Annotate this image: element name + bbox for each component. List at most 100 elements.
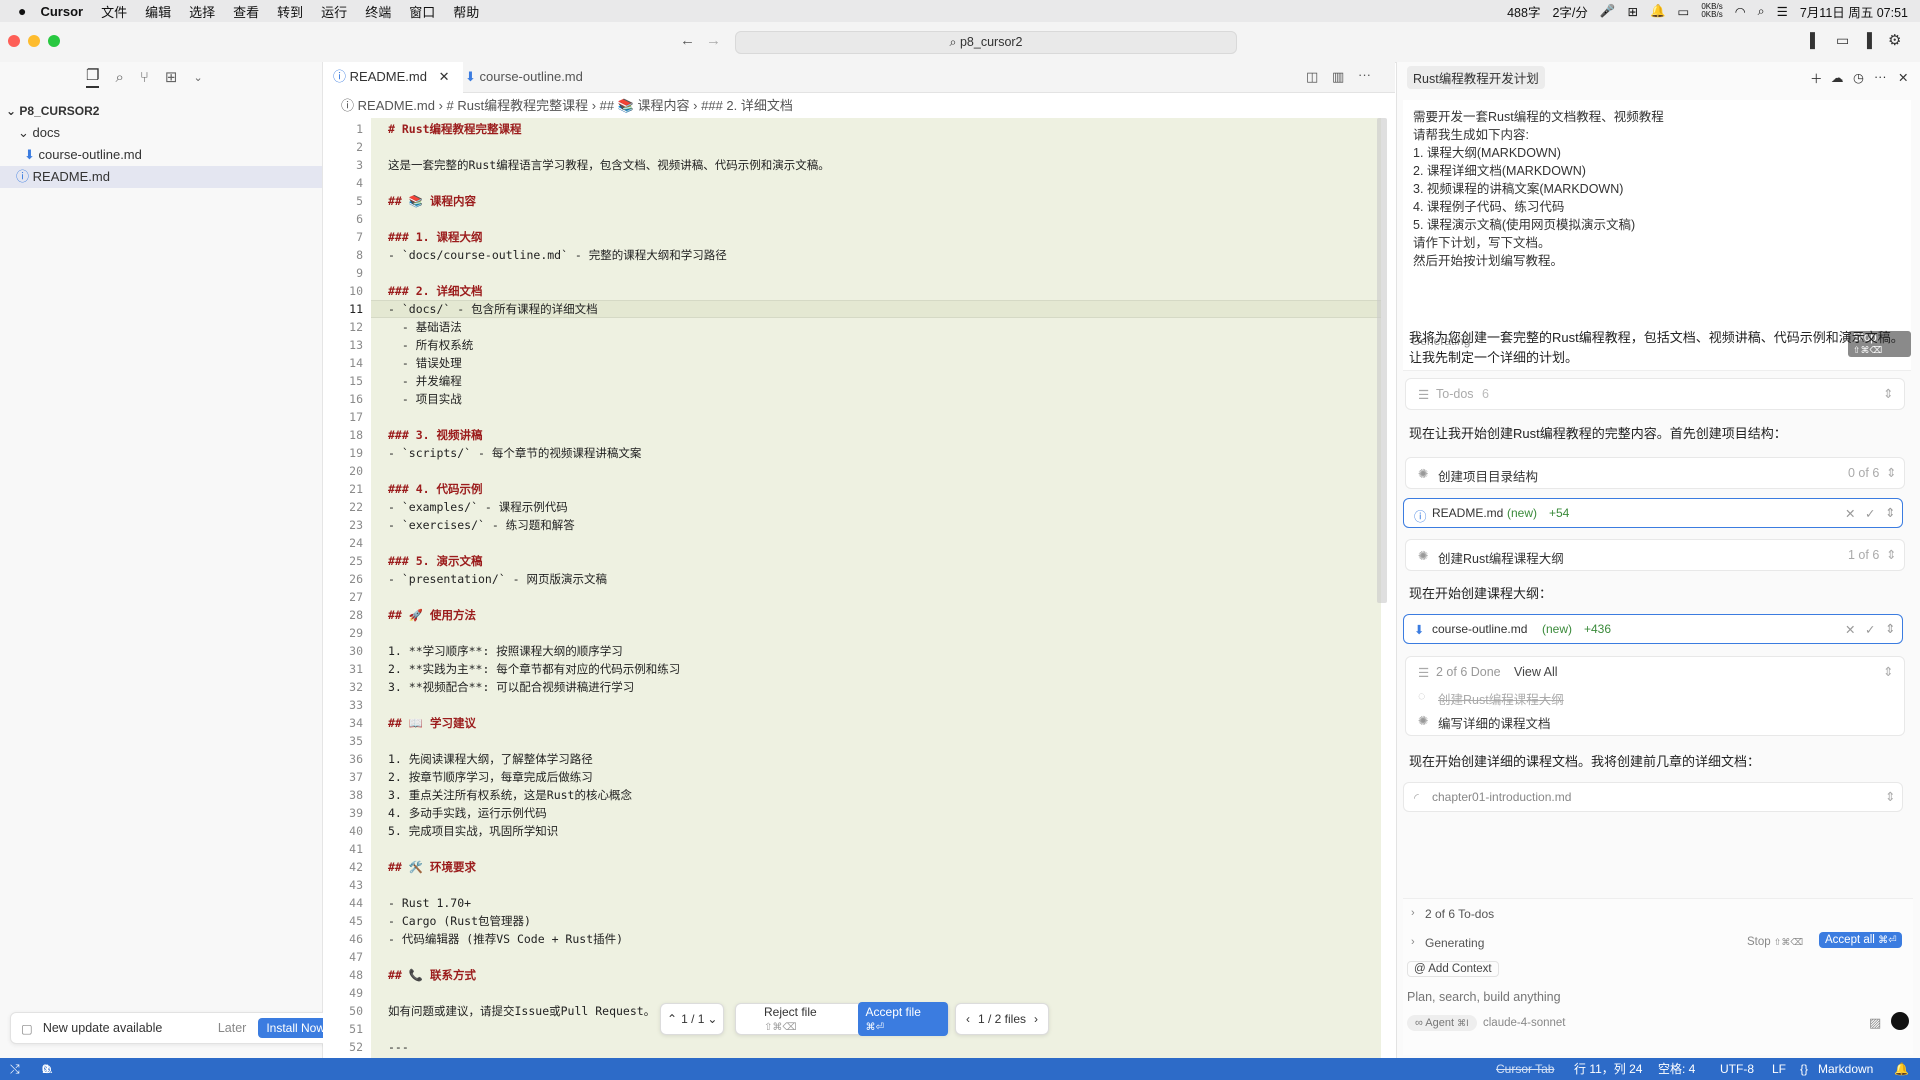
wifi-icon[interactable]: ◠: [1735, 4, 1746, 19]
cursor-tab-status[interactable]: Cursor Tab: [1496, 1058, 1554, 1080]
tab-readme[interactable]: ⓘ README.md ✕: [323, 62, 463, 93]
code-line[interactable]: ## 📞 联系方式: [388, 966, 476, 984]
chevron-right-icon[interactable]: ›: [1034, 1012, 1038, 1026]
menu-edit[interactable]: 编辑: [145, 2, 171, 21]
split-editor-icon[interactable]: ▥: [1332, 69, 1344, 85]
accept-change-icon[interactable]: ✓: [1865, 506, 1875, 521]
forward-arrow-icon[interactable]: →: [706, 32, 721, 49]
breadcrumb-h3[interactable]: ### 2. 详细文档: [701, 98, 793, 113]
file-change-card-course-outline[interactable]: ⬇ course-outline.md (new) +436 ✕ ✓ ⇕: [1403, 614, 1903, 644]
code-line[interactable]: 2. **实践为主**: 每个章节都有对应的代码示例和练习: [388, 660, 680, 678]
code-line[interactable]: - `examples/` - 课程示例代码: [388, 498, 568, 516]
close-icon[interactable]: ✕: [439, 69, 450, 84]
menu-selection[interactable]: 选择: [189, 2, 215, 21]
menu-app[interactable]: Cursor: [40, 4, 83, 19]
tree-file-course-outline[interactable]: ⬇ course-outline.md: [0, 144, 322, 166]
code-line[interactable]: ### 1. 课程大纲: [388, 228, 482, 246]
code-line[interactable]: - 并发编程: [388, 372, 462, 390]
code-line[interactable]: ### 3. 视频讲稿: [388, 426, 482, 444]
new-chat-icon[interactable]: ＋: [1810, 68, 1823, 87]
code-line[interactable]: ### 5. 演示文稿: [388, 552, 482, 570]
code-line[interactable]: - `exercises/` - 练习题和解答: [388, 516, 575, 534]
menu-run[interactable]: 运行: [321, 2, 347, 21]
file-change-card-chapter01[interactable]: ◜ chapter01-introduction.md ⇕: [1403, 782, 1903, 812]
toggle-secondary-sidebar-icon[interactable]: ▐: [1862, 32, 1872, 48]
accept-all-button[interactable]: Accept all ⌘⏎: [1819, 932, 1903, 948]
source-control-icon[interactable]: ⑂: [140, 69, 149, 86]
microphone-icon[interactable]: 🎤: [1600, 4, 1616, 19]
chat-title[interactable]: Rust编程教程开发计划: [1407, 65, 1545, 89]
reject-change-icon[interactable]: ✕: [1845, 506, 1855, 521]
more-actions-icon[interactable]: ···: [1358, 67, 1371, 82]
control-center-icon[interactable]: ☰: [1777, 4, 1788, 19]
task-card[interactable]: ✺ 创建项目目录结构 0 of 6 ⇕: [1405, 457, 1905, 489]
clock[interactable]: 7月11日 周五 07:51: [1800, 2, 1908, 21]
code-line[interactable]: 2. 按章节顺序学习，每章完成后做练习: [388, 768, 593, 786]
todos-summary[interactable]: 2 of 6 To-dos: [1425, 907, 1494, 921]
open-preview-icon[interactable]: ◫: [1306, 69, 1318, 85]
view-all-link[interactable]: View All: [1514, 665, 1558, 679]
tree-root[interactable]: ⌄ P8_CURSOR2: [0, 100, 322, 122]
stop-circle-icon[interactable]: [1891, 1012, 1909, 1030]
code-line[interactable]: ## 🚀 使用方法: [388, 606, 476, 624]
search-view-icon[interactable]: ⌕: [115, 69, 123, 86]
tree-file-readme[interactable]: ⓘ README.md: [0, 166, 322, 188]
code-line[interactable]: - 基础语法: [388, 318, 462, 336]
file-change-card-readme[interactable]: ⓘ README.md (new) +54 ✕ ✓ ⇕: [1403, 498, 1903, 528]
code-line[interactable]: ---: [388, 1038, 409, 1056]
battery-icon[interactable]: ▭: [1678, 4, 1690, 19]
tree-folder-docs[interactable]: ⌄ docs: [0, 122, 322, 144]
line-ending[interactable]: LF: [1772, 1058, 1786, 1080]
image-attach-icon[interactable]: ▨: [1869, 1015, 1881, 1031]
back-arrow-icon[interactable]: ←: [680, 32, 695, 49]
chevron-left-icon[interactable]: ‹: [966, 1012, 970, 1026]
toggle-panel-icon[interactable]: ▭: [1836, 32, 1849, 49]
add-context-button[interactable]: @ Add Context: [1407, 961, 1499, 977]
code-line[interactable]: 1. 先阅读课程大纲，了解整体学习路径: [388, 750, 593, 768]
code-line[interactable]: 如有问题或建议，请提交Issue或Pull Request。: [388, 1002, 655, 1020]
stop-generation-button[interactable]: Stop ⇧⌘⌫: [1747, 936, 1803, 948]
code-line[interactable]: ### 4. 代码示例: [388, 480, 482, 498]
settings-gear-icon[interactable]: ⚙: [1888, 31, 1901, 49]
agent-mode-selector[interactable]: ∞ Agent ⌘I: [1407, 1015, 1477, 1031]
chevron-updown-icon[interactable]: ⇕: [1885, 789, 1895, 804]
reject-change-icon[interactable]: ✕: [1845, 622, 1855, 637]
menu-terminal[interactable]: 终端: [365, 2, 391, 21]
apple-icon[interactable]: ●: [18, 3, 26, 19]
explorer-files-icon[interactable]: ❐: [86, 66, 100, 88]
close-window-button[interactable]: [8, 35, 20, 47]
encoding[interactable]: UTF-8: [1720, 1058, 1754, 1080]
code-line[interactable]: - 代码编辑器 (推荐VS Code + Rust插件): [388, 930, 623, 948]
extensions-icon[interactable]: ⊞: [165, 68, 178, 86]
breadcrumb-h2[interactable]: ## 📚 课程内容: [600, 98, 690, 113]
code-line[interactable]: # Rust编程教程完整课程: [388, 120, 522, 138]
code-line[interactable]: - `docs/` - 包含所有课程的详细文档: [388, 300, 598, 318]
menu-window[interactable]: 窗口: [409, 2, 435, 21]
minimize-window-button[interactable]: [28, 35, 40, 47]
code-line[interactable]: - 错误处理: [388, 354, 462, 372]
more-actions-icon[interactable]: ···: [1874, 70, 1887, 84]
input-method-icon[interactable]: ⊞: [1627, 4, 1637, 19]
install-now-button[interactable]: Install Now: [258, 1018, 333, 1038]
accept-file-button[interactable]: Accept file ⌘⏎: [857, 1002, 948, 1036]
code-line[interactable]: - Rust 1.70+: [388, 894, 471, 912]
notification-bell-icon[interactable]: 🔔: [1650, 4, 1666, 19]
task-card[interactable]: ✺ 创建Rust编程课程大纲 1 of 6 ⇕: [1405, 539, 1905, 571]
menu-help[interactable]: 帮助: [453, 2, 479, 21]
accept-change-icon[interactable]: ✓: [1865, 622, 1875, 637]
code-line[interactable]: ## 📚 课程内容: [388, 192, 476, 210]
editor-scrollbar[interactable]: [1377, 118, 1387, 603]
code-line[interactable]: - `scripts/` - 每个章节的视频课程讲稿文案: [388, 444, 641, 462]
todo-progress-card[interactable]: ☰ 2 of 6 Done View All ⇕ ◌ 创建Rust编程课程大纲 …: [1405, 656, 1905, 736]
history-icon[interactable]: ◷: [1853, 70, 1864, 85]
chevron-updown-icon[interactable]: ⇕: [1885, 505, 1895, 520]
remote-icon[interactable]: ⤭: [10, 1058, 20, 1080]
zoom-window-button[interactable]: [48, 35, 60, 47]
cursor-position[interactable]: 行 11，列 24: [1574, 1058, 1642, 1080]
menu-go[interactable]: 转到: [277, 2, 303, 21]
todos-card[interactable]: ☰ To-dos 6 ⇕: [1405, 378, 1905, 410]
indentation[interactable]: 空格: 4: [1658, 1058, 1695, 1080]
tab-course-outline[interactable]: ⬇ course-outline.md: [455, 62, 625, 92]
code-line[interactable]: ### 2. 详细文档: [388, 282, 482, 300]
code-line[interactable]: - `presentation/` - 网页版演示文稿: [388, 570, 607, 588]
